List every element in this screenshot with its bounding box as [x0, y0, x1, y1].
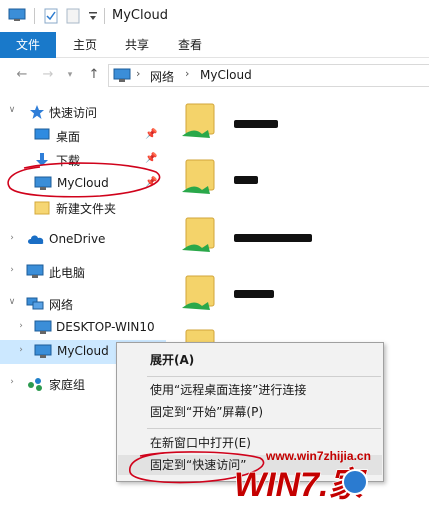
network-icon	[26, 297, 44, 310]
tab-home[interactable]: 主页	[62, 32, 108, 58]
sidebar-item-label: 此电脑	[49, 266, 86, 280]
sidebar-item-label: 网络	[49, 298, 74, 312]
sidebar-item-label: OneDrive	[49, 232, 106, 246]
shared-folder-icon	[182, 275, 215, 310]
sidebar-item-this-pc[interactable]: › 此电脑	[0, 260, 166, 284]
cloud-icon	[28, 235, 44, 244]
recent-locations-icon[interactable]: ▾	[62, 67, 78, 83]
download-icon	[36, 153, 48, 166]
sidebar-item-label: DESKTOP-WIN10	[56, 320, 155, 334]
pin-icon[interactable]: 📌	[145, 177, 157, 188]
pin-icon[interactable]: 📌	[145, 153, 157, 164]
sidebar-item-label: MyCloud	[57, 344, 109, 358]
sidebar-item-label: 桌面	[56, 130, 81, 144]
title-separator	[34, 8, 35, 24]
monitor-icon	[34, 320, 52, 334]
sidebar-item-mycloud-pinned[interactable]: MyCloud 📌	[0, 172, 166, 196]
monitor-icon	[34, 176, 52, 190]
chevron-right-icon[interactable]: ›	[16, 321, 26, 331]
chevron-right-icon[interactable]: ›	[7, 265, 17, 275]
sidebar-item-label: MyCloud	[57, 176, 109, 190]
shared-folder-item[interactable]	[180, 154, 220, 201]
chevron-down-icon[interactable]: ∨	[7, 105, 17, 115]
windows-logo-icon	[342, 469, 368, 495]
chevron-right-icon[interactable]: ›	[7, 377, 17, 387]
folder-icon	[34, 201, 50, 215]
watermark-logo: WIN7.家	[233, 465, 368, 504]
menu-item-expand[interactable]: 展开(A)	[118, 350, 382, 370]
redacted-name	[234, 234, 312, 242]
title-separator	[104, 8, 105, 24]
menu-separator	[147, 428, 381, 429]
shared-folder-item[interactable]	[180, 98, 220, 145]
star-icon	[30, 105, 44, 119]
up-icon[interactable]: ↑	[86, 67, 102, 83]
homegroup-icon	[28, 378, 42, 391]
menu-item-remote-desktop[interactable]: 使用“远程桌面连接”进行连接	[118, 380, 382, 400]
chevron-down-icon[interactable]: ∨	[7, 297, 17, 307]
chevron-right-icon[interactable]: ›	[185, 67, 189, 80]
redacted-name	[234, 290, 274, 298]
pin-icon[interactable]: 📌	[145, 129, 157, 140]
monitor-icon	[113, 68, 131, 82]
ribbon: 文件 主页 共享 查看	[0, 32, 429, 58]
desktop-icon	[34, 128, 50, 140]
window-title: MyCloud	[112, 8, 169, 23]
monitor-icon[interactable]	[8, 8, 26, 22]
sidebar-item-label: 快速访问	[49, 106, 98, 120]
sidebar-item-desktop-win10[interactable]: › DESKTOP-WIN10	[0, 316, 166, 340]
shared-folder-icon	[182, 217, 215, 252]
chevron-right-icon[interactable]: ›	[16, 345, 26, 355]
computer-icon	[26, 264, 44, 278]
chevron-right-icon[interactable]: ›	[136, 67, 140, 80]
shared-folder-icon	[182, 103, 215, 138]
back-icon[interactable]: ←	[14, 67, 30, 83]
forward-icon[interactable]: →	[40, 67, 56, 83]
breadcrumb-network[interactable]: 网络	[150, 68, 174, 85]
customize-toolbar-icon[interactable]	[88, 8, 98, 24]
shared-folder-item[interactable]	[180, 212, 220, 259]
sidebar-item-downloads[interactable]: 下载 📌	[0, 148, 166, 172]
chevron-right-icon[interactable]: ›	[7, 233, 17, 243]
sidebar-item-new-folder[interactable]: 新建文件夹	[0, 196, 166, 220]
tab-view[interactable]: 查看	[166, 32, 214, 58]
redacted-name	[234, 120, 278, 128]
navigation-bar: ← → ▾ ↑ › 网络 › MyCloud	[0, 58, 429, 92]
monitor-icon	[34, 344, 52, 358]
properties-icon[interactable]	[44, 8, 58, 24]
sidebar-item-network[interactable]: ∨ 网络	[0, 292, 166, 316]
new-folder-icon[interactable]	[66, 8, 80, 24]
sidebar-item-desktop[interactable]: 桌面 📌	[0, 124, 166, 148]
title-bar: MyCloud	[0, 0, 429, 32]
tab-file[interactable]: 文件	[0, 32, 56, 58]
menu-item-pin-to-start[interactable]: 固定到“开始”屏幕(P)	[118, 402, 382, 422]
sidebar-item-onedrive[interactable]: › OneDrive	[0, 228, 166, 252]
sidebar-item-label: 新建文件夹	[56, 202, 117, 216]
shared-folder-item[interactable]	[180, 270, 220, 317]
sidebar-item-label: 家庭组	[49, 378, 86, 392]
menu-separator	[147, 376, 381, 377]
sidebar-item-label: 下载	[56, 154, 81, 168]
redacted-name	[234, 176, 258, 184]
tab-share[interactable]: 共享	[114, 32, 160, 58]
address-bar[interactable]: › 网络 › MyCloud	[108, 64, 429, 87]
sidebar-item-quick-access[interactable]: ∨ 快速访问	[0, 100, 166, 124]
breadcrumb-mycloud[interactable]: MyCloud	[200, 68, 252, 82]
shared-folder-icon	[182, 159, 215, 194]
